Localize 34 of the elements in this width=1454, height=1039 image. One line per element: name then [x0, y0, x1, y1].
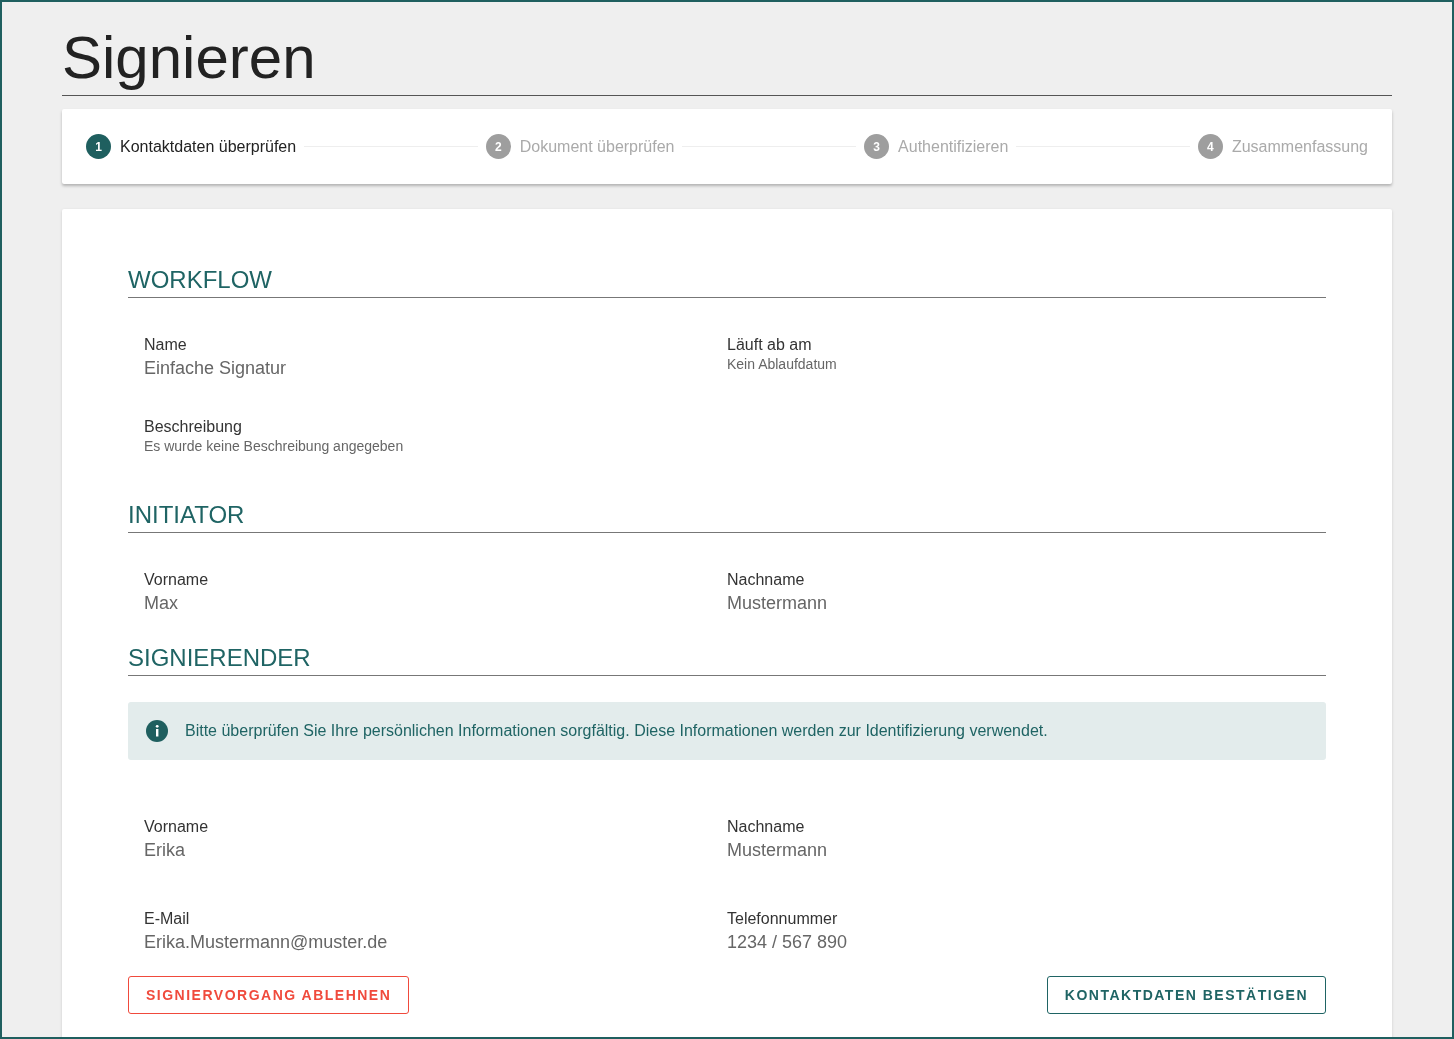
- field-value: Erika: [144, 840, 186, 861]
- section-heading: SIGNIERENDER: [128, 643, 1326, 676]
- step-label[interactable]: Kontaktdaten überprüfen: [120, 137, 297, 156]
- field-value: 1234 / 567 890: [727, 932, 849, 953]
- page-title: Signieren: [62, 2, 1392, 96]
- field-value: Kein Ablaufdatum: [727, 356, 838, 372]
- step-label[interactable]: Authentifizieren: [898, 137, 1009, 156]
- info-icon: [146, 720, 168, 742]
- field-label: Beschreibung: [144, 418, 243, 436]
- field-value: Mustermann: [727, 840, 829, 861]
- field-label: Telefonnummer: [727, 910, 839, 928]
- reject-button[interactable]: SIGNIERVORGANG ABLEHNEN: [128, 976, 410, 1014]
- field-label: Vorname: [144, 818, 210, 836]
- field-label: Name: [144, 336, 188, 354]
- field-label: E-Mail: [144, 910, 191, 928]
- field-label: Läuft ab am: [727, 336, 813, 354]
- info-text: Bitte überprüfen Sie Ihre persönlichen Informationen sorgfältig. Diese Informationen werden zur Identifizierung verwendet.: [185, 722, 1048, 740]
- step-number-badge[interactable]: 4: [1197, 134, 1223, 159]
- field-label: Vorname: [144, 571, 210, 589]
- step-label[interactable]: Dokument überprüfen: [519, 137, 675, 156]
- step-label[interactable]: Zusammenfassung: [1231, 137, 1368, 156]
- step-number-badge[interactable]: 2: [485, 134, 511, 159]
- field-value: Mustermann: [727, 593, 829, 614]
- field-value: Es wurde keine Beschreibung angegeben: [144, 438, 405, 454]
- section-heading: INITIATOR: [128, 500, 1326, 533]
- section-heading: WORKFLOW: [128, 265, 1326, 298]
- field-label: Nachname: [727, 818, 806, 836]
- confirm-button[interactable]: KONTAKTDATEN BESTÄTIGEN: [1046, 976, 1326, 1014]
- step-number-badge[interactable]: 1: [86, 134, 111, 159]
- field-value: Einfache Signatur: [144, 358, 288, 379]
- field-value: Max: [144, 593, 179, 614]
- field-value: Erika.Mustermann@muster.de: [144, 932, 389, 953]
- step-number-badge[interactable]: 3: [864, 134, 890, 159]
- field-label: Nachname: [727, 571, 806, 589]
